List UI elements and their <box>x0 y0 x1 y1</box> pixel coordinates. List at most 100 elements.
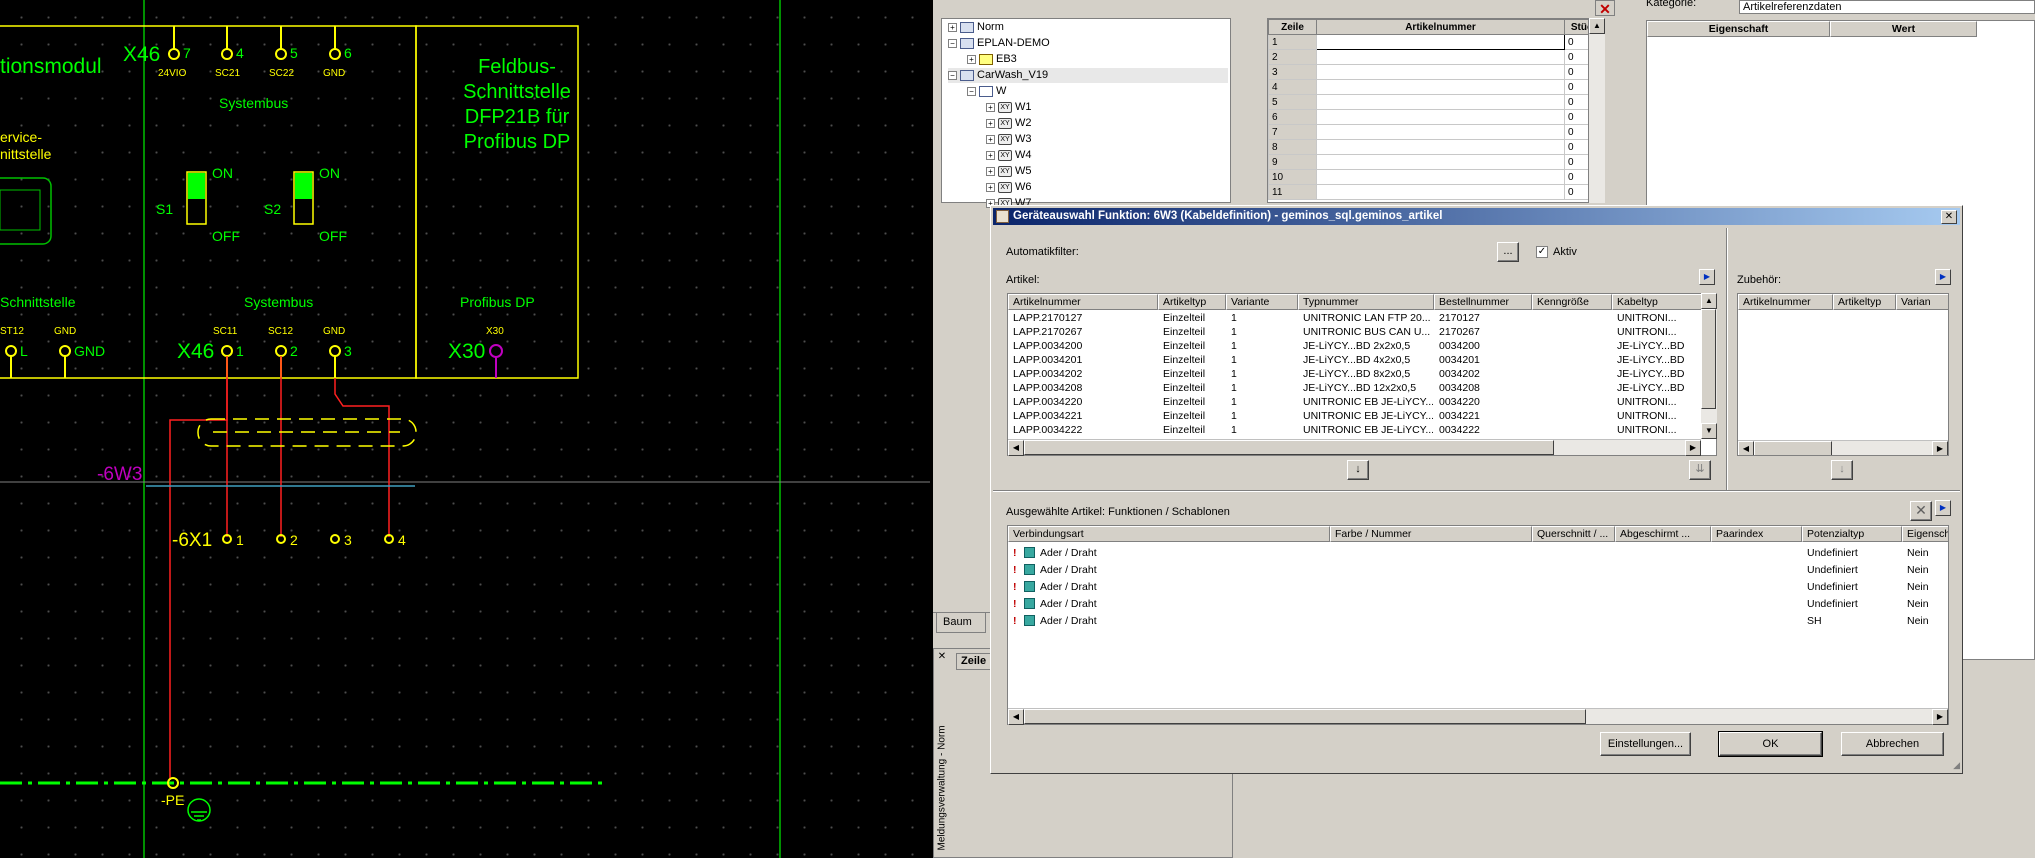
ok-button[interactable]: OK <box>1718 731 1823 757</box>
ausgewaehlt-hscroll[interactable]: ◀ ▶ <box>1008 708 1948 725</box>
list-item[interactable]: LAPP.0034201 Einzelteil 1 JE-LiYCY...BD 4x2… <box>1008 353 1708 367</box>
grid-cell[interactable] <box>1316 139 1565 155</box>
expand-icon[interactable]: + <box>986 166 995 176</box>
table-row[interactable]: 80 <box>1268 139 1588 155</box>
tree-item[interactable]: + XY W3 <box>986 132 1032 147</box>
zubehoer-header-artikeltyp[interactable]: Artikeltyp <box>1833 294 1896 310</box>
add-accessory-down-icon[interactable]: ↓ <box>1831 460 1853 480</box>
scroll-left-icon[interactable]: ◀ <box>1008 440 1024 456</box>
scroll-up-icon[interactable]: ▲ <box>1589 18 1605 34</box>
list-item[interactable]: LAPP.0034200 Einzelteil 1 JE-LiYCY...BD 2x2… <box>1008 339 1708 353</box>
add-article-down-icon[interactable]: ↓ <box>1347 460 1369 480</box>
list-item[interactable]: LAPP.0034202 Einzelteil 1 JE-LiYCY...BD 8x2… <box>1008 367 1708 381</box>
table-row[interactable]: 50 <box>1268 94 1588 110</box>
grid-cell[interactable] <box>1316 64 1565 80</box>
terminal-6x1-label[interactable]: -6X1 <box>172 531 212 550</box>
grid-header-zeile[interactable]: Zeile <box>1268 19 1317 35</box>
list-item[interactable]: ! Ader / Draht Undefiniert Nein <box>1008 579 1948 595</box>
ausgewaehlt-header[interactable]: Paarindex <box>1711 526 1802 542</box>
artikel-header[interactable]: Kenngröße <box>1532 294 1612 310</box>
zubehoer-hscroll-thumb[interactable] <box>1754 441 1832 455</box>
grid-cell[interactable]: 1 <box>1268 34 1317 50</box>
scroll-right-icon[interactable]: ▶ <box>1932 441 1948 455</box>
grid-header-artikelnummer[interactable]: Artikelnummer <box>1316 19 1565 35</box>
tree-item[interactable]: + XY W6 <box>986 180 1032 195</box>
expand-icon[interactable]: + <box>986 134 995 144</box>
grid-cell[interactable]: 4 <box>1268 79 1317 95</box>
grid-header-stueck[interactable]: Stück <box>1564 19 1588 35</box>
list-item[interactable]: LAPP.0034222 Einzelteil 1 UNITRONIC EB JE-L… <box>1008 423 1708 437</box>
table-row[interactable]: 40 <box>1268 79 1588 95</box>
list-item[interactable]: LAPP.0034208 Einzelteil 1 JE-LiYCY...BD 12x… <box>1008 381 1708 395</box>
table-row[interactable]: 10 0 <box>1268 169 1588 185</box>
grid-cell[interactable]: 0 <box>1564 79 1588 95</box>
tree-item[interactable]: + EB3 <box>967 52 1017 67</box>
artikel-header[interactable]: Artikeltyp <box>1158 294 1226 310</box>
grid-cell[interactable]: 2 <box>1268 49 1317 65</box>
tree-item[interactable]: − W <box>967 84 1006 99</box>
tree-item[interactable]: + XY W4 <box>986 148 1032 163</box>
ausgewaehlt-hscroll-thumb[interactable] <box>1024 709 1586 724</box>
expand-icon[interactable]: + <box>986 182 995 192</box>
scroll-up-icon[interactable]: ▲ <box>1701 293 1717 309</box>
schematic-canvas[interactable]: tionsmodul X46 7 4 5 6 24VIO SC21 SC22 G… <box>0 0 933 858</box>
collapse-icon[interactable]: − <box>967 86 976 96</box>
expand-icon[interactable]: + <box>948 22 957 32</box>
table-row[interactable]: 11 0 <box>1268 184 1588 200</box>
grid-cell[interactable]: 0 <box>1564 49 1588 65</box>
list-item[interactable]: LAPP.0034221 Einzelteil 1 UNITRONIC EB JE-L… <box>1008 409 1708 423</box>
tree-item[interactable]: + XY W1 <box>986 100 1032 115</box>
grid-cell[interactable]: 3 <box>1268 64 1317 80</box>
table-row[interactable]: 20 <box>1268 49 1588 65</box>
scroll-left-icon[interactable]: ◀ <box>1738 441 1754 455</box>
cable-6w3-label[interactable]: -6W3 <box>97 465 142 484</box>
grid-cell[interactable]: 11 <box>1268 184 1317 200</box>
header-eigenschaft[interactable]: Eigenschaft <box>1647 21 1830 37</box>
article-grid[interactable]: Zeile Artikelnummer Stück 10203040506070… <box>1267 18 1589 203</box>
ausgewaehlt-header[interactable]: Farbe / Nummer <box>1330 526 1532 542</box>
grid-cell[interactable]: 0 <box>1564 94 1588 110</box>
grid-cell[interactable]: 5 <box>1268 94 1317 110</box>
collapse-icon[interactable]: − <box>948 38 957 48</box>
grid-cell[interactable] <box>1316 94 1565 110</box>
grid-cell[interactable]: 0 <box>1564 139 1588 155</box>
grid-cell[interactable]: 7 <box>1268 124 1317 140</box>
grid-cell[interactable] <box>1316 34 1565 50</box>
grid-cell[interactable]: 0 <box>1564 124 1588 140</box>
tree-item[interactable]: + Norm <box>948 20 1004 35</box>
remove-selected-icon[interactable]: ✕ <box>1910 501 1932 521</box>
zubehoer-hscroll[interactable]: ◀ ▶ <box>1738 440 1948 455</box>
zubehoer-header-variante[interactable]: Varian <box>1896 294 1948 310</box>
splitter-vertical[interactable] <box>1726 228 1728 490</box>
tab-baum[interactable]: Baum <box>936 613 986 633</box>
grid-cell[interactable]: 0 <box>1564 184 1588 200</box>
ausgewaehlt-header[interactable]: Querschnitt / ... <box>1532 526 1615 542</box>
tree-item[interactable]: − EPLAN-DEMO <box>948 36 1050 51</box>
kategorie-value[interactable]: Artikelreferenzdaten <box>1739 0 2035 14</box>
ausgewaehlt-list[interactable]: Verbindungsart Farbe / Nummer Querschnitt … <box>1007 525 1949 725</box>
grid-cell[interactable] <box>1316 49 1565 65</box>
scroll-right-icon[interactable]: ▶ <box>1932 709 1948 725</box>
grid-cell[interactable]: 0 <box>1564 154 1588 170</box>
scroll-right-icon[interactable]: ▶ <box>1685 440 1701 456</box>
table-row[interactable]: 90 <box>1268 154 1588 170</box>
expand-icon[interactable]: + <box>986 118 995 128</box>
filter-browse-button[interactable]: ... <box>1497 242 1519 262</box>
add-all-down-icon[interactable]: ⇊ <box>1689 460 1711 480</box>
zubehoer-expand-icon[interactable]: ▶ <box>1935 269 1951 285</box>
dialog-close-icon[interactable]: ✕ <box>1941 210 1957 224</box>
tree-item[interactable]: + XY W5 <box>986 164 1032 179</box>
grid-cell[interactable] <box>1316 124 1565 140</box>
artikel-header[interactable]: Kabeltyp <box>1612 294 1702 310</box>
abbrechen-button[interactable]: Abbrechen <box>1841 732 1944 756</box>
tree-item[interactable]: − CarWash_V19 <box>948 68 1228 83</box>
expand-icon[interactable]: + <box>986 150 995 160</box>
grid-cell[interactable]: 8 <box>1268 139 1317 155</box>
artikel-hscroll[interactable]: ◀ ▶ <box>1008 439 1701 456</box>
grid-cell[interactable] <box>1316 79 1565 95</box>
artikel-header[interactable]: Artikelnummer <box>1008 294 1158 310</box>
expand-icon[interactable]: + <box>986 102 995 112</box>
artikel-vscroll-thumb[interactable] <box>1701 309 1716 409</box>
table-row[interactable]: 70 <box>1268 124 1588 140</box>
list-item[interactable]: ! Ader / Draht SH Nein <box>1008 613 1948 629</box>
